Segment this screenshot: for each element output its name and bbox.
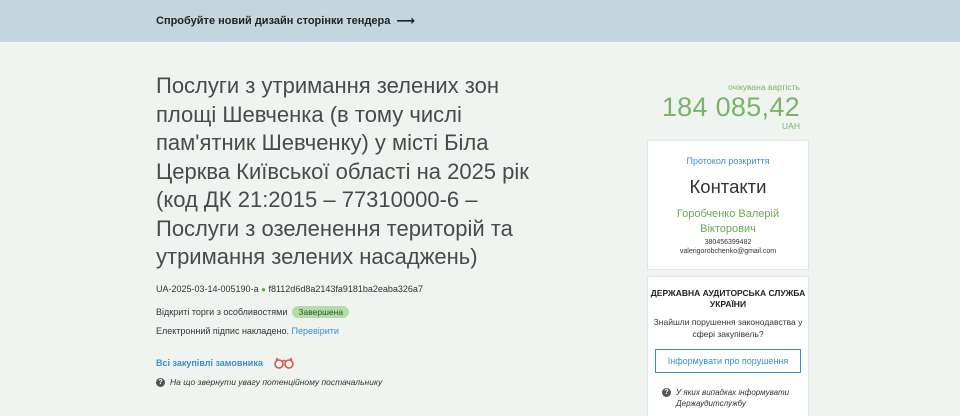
report-violation-button[interactable]: Інформувати про порушення [655, 349, 801, 373]
arrow-right-icon: ⟶ [396, 13, 416, 28]
tender-identifiers: UA-2025-03-14-005190-a ● f8112d6d8a2143f… [156, 284, 423, 294]
audit-hint[interactable]: ? У яких випадках інформувати Держаудитс… [662, 387, 798, 409]
expected-value-currency: UAH [782, 121, 800, 131]
expected-value-label: очікувана вартість [728, 82, 800, 92]
dot-icon: ● [261, 285, 266, 294]
status-badge: Завершена [292, 306, 350, 318]
banner-text: Спробуйте новий дизайн сторінки тендера [156, 15, 391, 27]
all-purchases-label: Всі закупівлі замовника [156, 358, 263, 368]
all-customer-purchases-link[interactable]: Всі закупівлі замовника [156, 357, 295, 369]
expected-value-amount: 184 085,42 [661, 92, 800, 122]
supplier-hint[interactable]: ? На що звернути увагу потенційному пост… [156, 377, 382, 387]
question-icon: ? [156, 377, 165, 387]
verify-signature-link[interactable]: Перевірити [291, 326, 338, 336]
opening-protocol-link[interactable]: Протокол розкриття [648, 156, 808, 166]
audit-question-text: Знайшли порушення законодавства у сфері … [653, 317, 803, 339]
binoculars-icon [274, 357, 294, 369]
try-new-design-link[interactable]: Спробуйте новий дизайн сторінки тендера … [156, 13, 415, 29]
signature-row: Електронний підпис накладено. Перевірити [156, 326, 339, 336]
signature-text: Електронний підпис накладено. [156, 326, 289, 336]
audit-service-title: ДЕРЖАВНА АУДИТОРСЬКА СЛУЖБА УКРАЇНИ [650, 288, 806, 309]
contacts-title: Контакти [689, 176, 767, 197]
state-audit-card: ДЕРЖАВНА АУДИТОРСЬКА СЛУЖБА УКРАЇНИ Знай… [647, 276, 809, 416]
tender-id: UA-2025-03-14-005190-a [156, 284, 259, 294]
tender-hash: f8112d6d8a2143fa9181ba2eaba326a7 [268, 284, 423, 294]
contact-person-name: Горобченко Валерій Вікторович [676, 208, 780, 235]
question-icon: ? [662, 388, 671, 397]
redesign-banner: Спробуйте новий дизайн сторінки тендера … [0, 0, 960, 42]
audit-hint-text: У яких випадках інформувати Держаудитслу… [676, 388, 790, 408]
contact-phone: 380456399482 [704, 239, 752, 246]
supplier-hint-text: На що звернути увагу потенційному постач… [170, 377, 383, 387]
contact-email: valerigorobchenko@gmail.com [679, 248, 777, 255]
contacts-card: Протокол розкриття Контакти Горобченко В… [647, 140, 809, 270]
tender-title: Послуги з утримання зелених зон площі Ше… [156, 73, 529, 269]
procedure-row: Відкриті торги з особливостями Завершена [156, 306, 350, 318]
procedure-type: Відкриті торги з особливостями [156, 307, 288, 317]
